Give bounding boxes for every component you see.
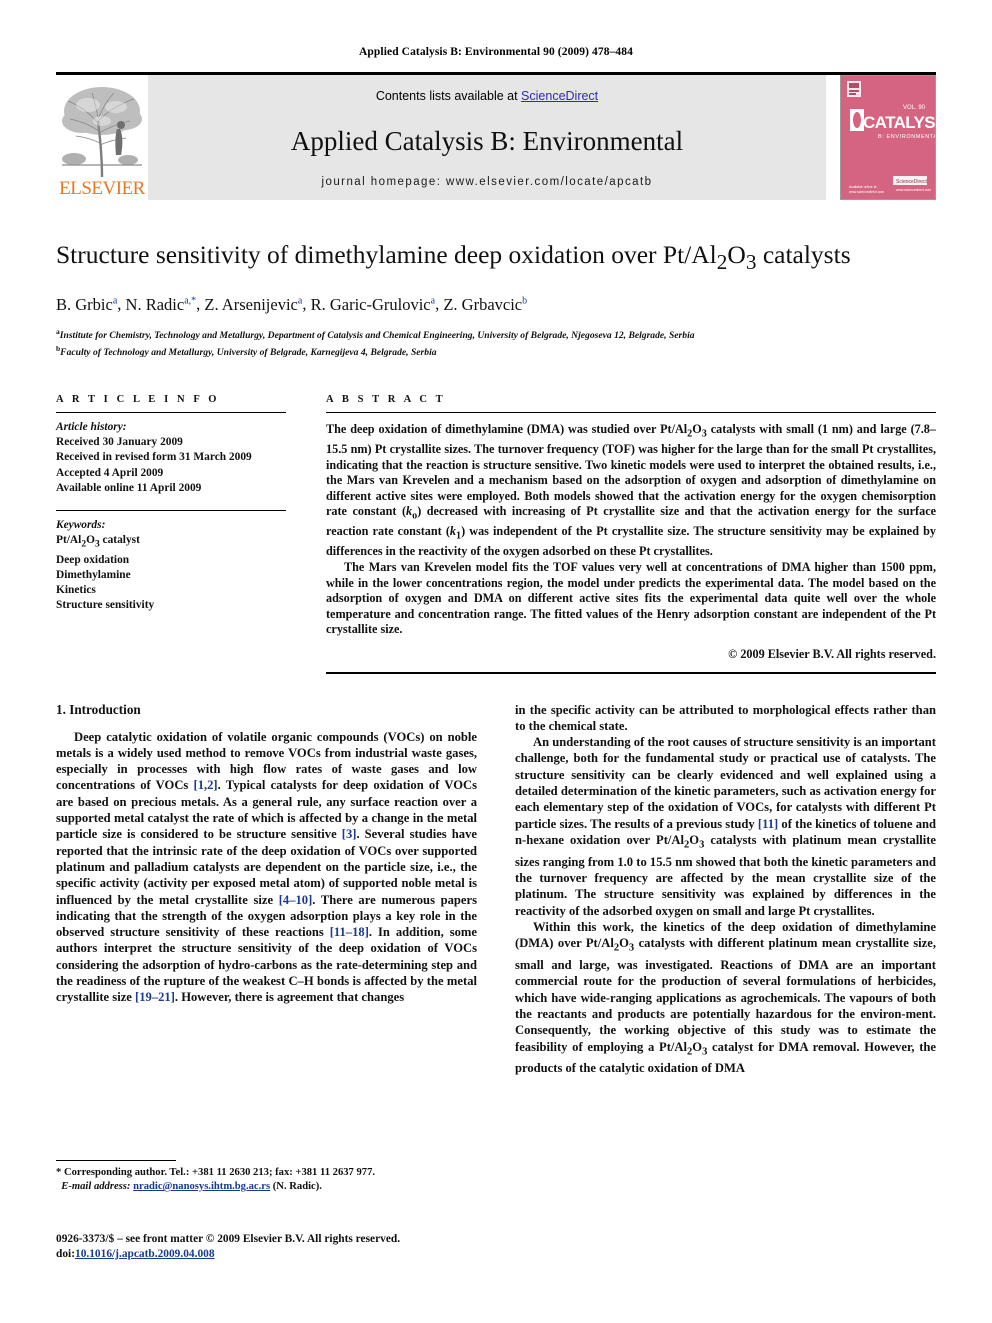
affiliation-item: bFaculty of Technology and Metallurgy, U… <box>56 342 936 360</box>
abstract-column: A B S T R A C T The deep oxidation of di… <box>326 394 936 674</box>
article-info-column: A R T I C L E I N F O Article history: R… <box>56 394 286 674</box>
footnote-marker: * <box>56 1167 62 1178</box>
abstract-copyright: © 2009 Elsevier B.V. All rights reserved… <box>728 647 936 661</box>
author-name: B. Grbic <box>56 294 113 314</box>
title-part-2: O <box>727 240 746 269</box>
svg-text:VOL. 90: VOL. 90 <box>903 105 926 111</box>
keyword-item: Structure sensitivity <box>56 599 155 612</box>
footnote-block: * Corresponding author. Tel.: +381 11 26… <box>56 1160 464 1194</box>
article-info-heading: A R T I C L E I N F O <box>56 393 220 405</box>
journal-title: Applied Catalysis B: Environmental <box>290 125 684 156</box>
info-abstract-row: A R T I C L E I N F O Article history: R… <box>56 394 936 674</box>
svg-text:ScienceDirect: ScienceDirect <box>896 179 927 185</box>
author-item[interactable]: R. Garic-Grulovica <box>311 295 436 314</box>
keywords-block: Keywords: Pt/Al2O3 catalyst Deep oxidati… <box>56 511 286 614</box>
body-column-left: 1. Introduction Deep catalytic oxidation… <box>56 702 477 1077</box>
body-columns: 1. Introduction Deep catalytic oxidation… <box>56 702 936 1077</box>
citation-ref[interactable]: [11] <box>758 817 778 831</box>
elsevier-wordmark: ELSEVIER <box>59 179 145 199</box>
sciencedirect-link[interactable]: ScienceDirect <box>521 89 598 103</box>
masthead-center-panel: Contents lists available at ScienceDirec… <box>148 75 826 200</box>
author-affil-marker: a <box>112 295 118 307</box>
author-item[interactable]: Z. Grbavcicb <box>443 295 527 314</box>
intro-paragraph-left-1: Deep catalytic oxidation of volatile org… <box>56 729 477 1005</box>
contents-available-line: Contents lists available at ScienceDirec… <box>376 89 598 103</box>
imprint-block: 0926-3373/$ – see front matter © 2009 El… <box>56 1232 526 1262</box>
keyword-item: Pt/Al2O3 catalyst <box>56 534 140 550</box>
abstract-heading: A B S T R A C T <box>326 393 446 405</box>
article-history-label: Article history: <box>56 420 127 433</box>
citation-ref[interactable]: [1,2] <box>194 778 218 792</box>
footnote-rule <box>56 1160 176 1161</box>
article-history-block: Article history: Received 30 January 200… <box>56 413 286 496</box>
journal-masthead: ELSEVIER Contents lists available at Sci… <box>56 72 936 200</box>
journal-homepage-line: journal homepage: www.elsevier.com/locat… <box>321 176 653 188</box>
history-online: Available online 11 April 2009 <box>56 481 202 494</box>
abstract-paragraph-2: The Mars van Krevelen model fits the TOF… <box>326 560 936 637</box>
author-affil-marker: a,* <box>184 295 197 307</box>
author-list: B. Grbica, N. Radica,*, Z. Arsenijevica,… <box>56 294 528 314</box>
contents-prefix: Contents lists available at <box>375 89 522 103</box>
running-head: Applied Catalysis B: Environmental 90 (2… <box>359 46 633 58</box>
affiliation-text: Faculty of Technology and Metallurgy, Un… <box>60 347 437 359</box>
citation-ref[interactable]: [19–21] <box>135 990 175 1004</box>
email-label: E-mail address: <box>61 1181 131 1192</box>
author-affil-marker: a <box>297 295 303 307</box>
svg-text:www.sciencedirect.com: www.sciencedirect.com <box>896 188 931 192</box>
email-link[interactable]: nradic@nanosys.ihtm.bg.ac.rs <box>133 1181 270 1192</box>
body-column-right: in the specific activity can be attribut… <box>515 702 936 1077</box>
history-received: Received 30 January 2009 <box>56 436 183 449</box>
title-part-3: catalysts <box>756 240 851 269</box>
citation-ref[interactable]: [4–10] <box>279 893 313 907</box>
keyword-item: Dimethylamine <box>56 568 131 581</box>
affiliation-list: aInstitute for Chemistry, Technology and… <box>56 325 936 360</box>
issn-front-matter: 0926-3373/$ – see front matter © 2009 El… <box>56 1233 401 1245</box>
history-accepted: Accepted 4 April 2009 <box>56 466 164 479</box>
elsevier-tree-icon <box>62 87 142 178</box>
history-revised: Received in revised form 31 March 2009 <box>56 451 252 464</box>
author-name: R. Garic-Grulovic <box>310 294 431 314</box>
keyword-item: Deep oxidation <box>56 553 130 566</box>
cover-artwork: CATALYSIS VOL. 90 B: ENVIRONMENTAL Scien… <box>841 76 935 199</box>
svg-text:CATALYSIS: CATALYSIS <box>863 113 935 132</box>
doi-link[interactable]: 10.1016/j.apcatb.2009.04.008 <box>75 1248 215 1260</box>
title-sub-2: 3 <box>745 250 757 275</box>
author-name: N. Radic <box>125 294 185 314</box>
author-item[interactable]: B. Grbica <box>56 295 117 314</box>
page-title: Structure sensitivity of dimethylamine d… <box>56 240 936 277</box>
elsevier-logo: ELSEVIER <box>56 75 148 200</box>
intro-paragraph-right-3: Within this work, the kinetics of the de… <box>515 919 937 1076</box>
author-name: Z. Arsenijevic <box>204 294 298 314</box>
intro-paragraph-right-1: in the specific activity can be attribut… <box>515 702 936 733</box>
author-item[interactable]: Z. Arsenijevica <box>204 295 302 314</box>
corresponding-author-note: * Corresponding author. Tel.: +381 11 26… <box>56 1166 464 1194</box>
author-name: Z. Grbavcic <box>443 294 523 314</box>
svg-text:B: ENVIRONMENTAL: B: ENVIRONMENTAL <box>878 134 935 140</box>
title-sub-1: 2 <box>716 250 728 275</box>
citation-ref[interactable]: [3] <box>342 827 357 841</box>
journal-cover-thumbnail: CATALYSIS VOL. 90 B: ENVIRONMENTAL Scien… <box>840 75 936 200</box>
article-page: Applied Catalysis B: Environmental 90 (2… <box>0 0 992 1323</box>
intro-paragraph-right-2: An understanding of the root causes of s… <box>515 735 937 918</box>
doi-line: doi:10.1016/j.apcatb.2009.04.008 <box>56 1247 526 1262</box>
svg-text:Available online at: Available online at <box>849 185 877 189</box>
corresponding-author-text: Corresponding author. Tel.: +381 11 2630… <box>63 1167 376 1178</box>
doi-label: doi: <box>56 1248 75 1260</box>
affiliation-item: aInstitute for Chemistry, Technology and… <box>56 325 936 343</box>
title-block: Structure sensitivity of dimethylamine d… <box>56 240 936 360</box>
email-attribution: (N. Radic). <box>272 1181 322 1192</box>
keywords-label: Keywords: <box>56 518 106 531</box>
author-item[interactable]: N. Radica,* <box>126 295 197 314</box>
svg-text:www.sciencedirect.com: www.sciencedirect.com <box>849 190 884 194</box>
abstract-body: The deep oxidation of dimethylamine (DMA… <box>326 413 936 663</box>
citation-ref[interactable]: [11–18] <box>330 925 369 939</box>
section-heading-introduction: 1. Introduction <box>56 701 141 717</box>
author-affil-marker: b <box>522 295 528 307</box>
abstract-bottom-rule <box>326 671 936 674</box>
author-affil-marker: a <box>430 295 436 307</box>
abstract-paragraph-1: The deep oxidation of dimethylamine (DMA… <box>326 421 937 559</box>
affiliation-text: Institute for Chemistry, Technology and … <box>59 329 695 341</box>
title-part-1: Structure sensitivity of dimethylamine d… <box>56 240 717 269</box>
keyword-item: Kinetics <box>56 584 96 597</box>
